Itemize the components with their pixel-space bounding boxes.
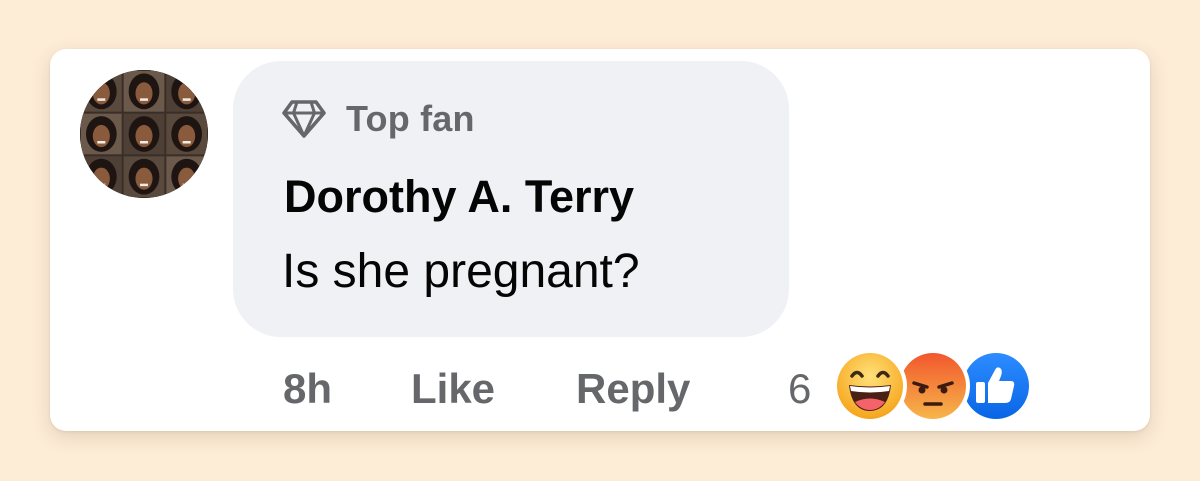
comment-bubble: Top fan Dorothy A. Terry Is she pregnant… <box>233 61 789 337</box>
comment-card: Top fan Dorothy A. Terry Is she pregnant… <box>50 49 1150 431</box>
comment-timestamp[interactable]: 8h <box>283 361 332 417</box>
like-icon <box>959 349 1033 423</box>
diamond-icon <box>280 97 328 141</box>
comment-author[interactable]: Dorothy A. Terry <box>284 171 634 223</box>
avatar-photo <box>80 70 208 198</box>
comment-text: Is she pregnant? <box>282 245 640 298</box>
like-button[interactable]: Like <box>411 361 495 417</box>
angry-icon <box>896 349 970 423</box>
reaction-summary[interactable]: 6 <box>788 347 1048 427</box>
top-fan-badge[interactable]: Top fan <box>280 97 475 141</box>
badge-label: Top fan <box>346 98 475 139</box>
avatar[interactable] <box>80 70 208 198</box>
haha-icon <box>833 349 907 423</box>
reaction-count: 6 <box>788 365 812 412</box>
reply-button[interactable]: Reply <box>576 361 690 417</box>
